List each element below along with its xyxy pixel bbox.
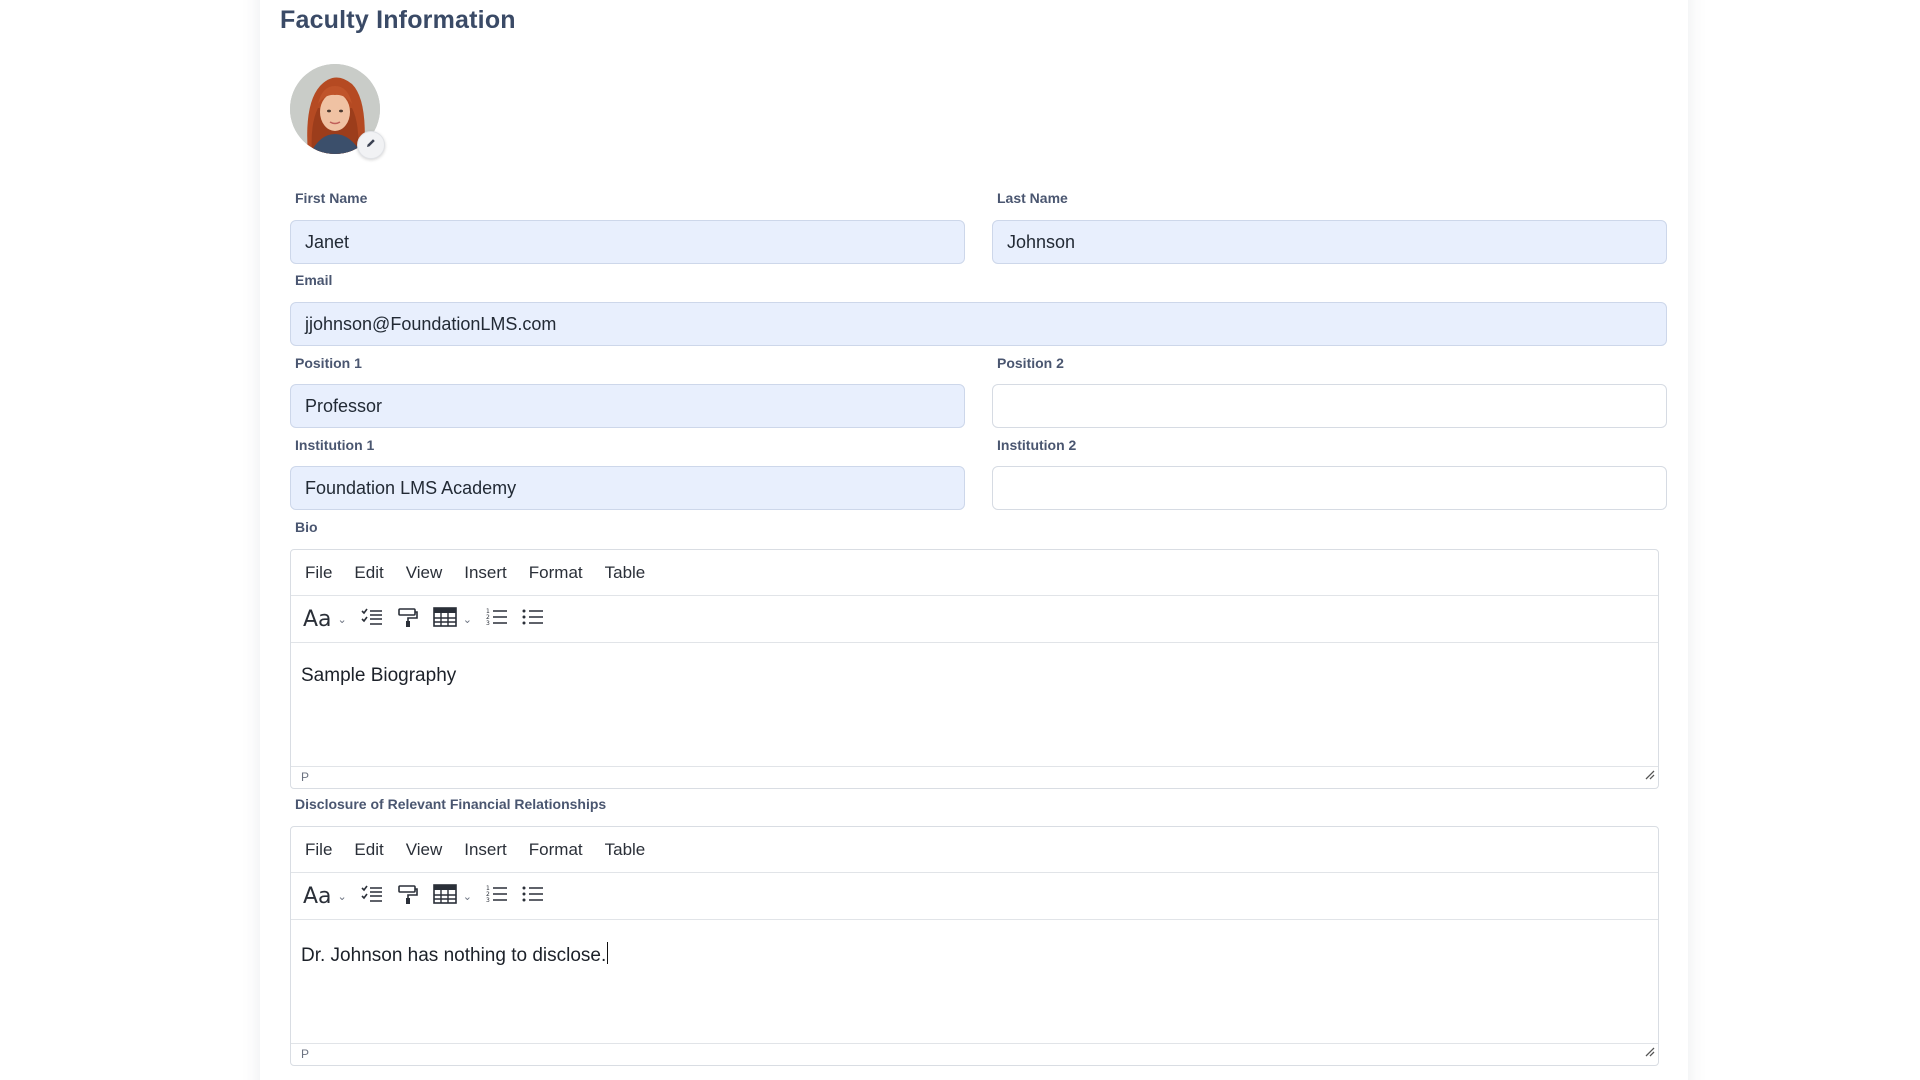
bullet-list-button[interactable] xyxy=(522,884,544,909)
last-name-label: Last Name xyxy=(997,190,1068,206)
chevron-down-icon: ⌄ xyxy=(462,890,472,903)
checklist-icon xyxy=(361,884,383,909)
resize-handle-icon[interactable] xyxy=(1643,1043,1655,1063)
bullet-list-icon xyxy=(522,884,544,909)
table-dropdown[interactable]: ⌄ xyxy=(432,883,472,910)
menu-edit[interactable]: Edit xyxy=(354,840,383,860)
bio-toolbar: Aa ⌄ ⌄ 123 xyxy=(291,596,1658,643)
email-input[interactable]: jjohnson@FoundationLMS.com xyxy=(290,302,1667,346)
checklist-button[interactable] xyxy=(361,607,383,632)
menu-format[interactable]: Format xyxy=(529,840,583,860)
bio-text: Sample Biography xyxy=(301,665,457,686)
table-icon xyxy=(432,606,457,633)
checklist-icon xyxy=(361,607,383,632)
numbered-list-button[interactable]: 123 xyxy=(486,607,508,632)
font-size-icon: Aa xyxy=(303,606,332,632)
menu-edit[interactable]: Edit xyxy=(354,563,383,583)
chevron-down-icon: ⌄ xyxy=(337,613,347,626)
disclosure-editor: File Edit View Insert Format Table Aa ⌄ xyxy=(290,826,1659,1066)
institution-1-input[interactable]: Foundation LMS Academy xyxy=(290,466,965,510)
menu-format[interactable]: Format xyxy=(529,563,583,583)
font-size-dropdown[interactable]: Aa ⌄ xyxy=(303,884,347,909)
menu-view[interactable]: View xyxy=(406,840,443,860)
table-dropdown[interactable]: ⌄ xyxy=(432,606,472,633)
page-title: Faculty Information xyxy=(280,6,516,34)
disclosure-statusbar: P xyxy=(291,1043,1658,1065)
element-path: P xyxy=(301,1047,310,1061)
last-name-input[interactable]: Johnson xyxy=(992,220,1667,264)
format-painter-button[interactable] xyxy=(397,883,419,910)
position-2-label: Position 2 xyxy=(997,355,1064,371)
menu-insert[interactable]: Insert xyxy=(464,840,507,860)
bio-editor: File Edit View Insert Format Table Aa ⌄ xyxy=(290,549,1659,789)
first-name-label: First Name xyxy=(295,190,368,206)
menu-insert[interactable]: Insert xyxy=(464,563,507,583)
pencil-icon xyxy=(365,136,377,154)
email-label: Email xyxy=(295,272,333,288)
disclosure-label: Disclosure of Relevant Financial Relatio… xyxy=(295,796,607,812)
bio-statusbar: P xyxy=(291,766,1658,788)
format-painter-icon xyxy=(397,883,419,910)
menu-table[interactable]: Table xyxy=(605,563,646,583)
menu-file[interactable]: File xyxy=(305,563,332,583)
numbered-list-icon: 123 xyxy=(486,607,508,632)
bio-menubar: File Edit View Insert Format Table xyxy=(291,550,1658,596)
font-size-dropdown[interactable]: Aa ⌄ xyxy=(303,607,347,632)
disclosure-text: Dr. Johnson has nothing to disclose. xyxy=(301,945,607,966)
menu-table[interactable]: Table xyxy=(605,840,646,860)
numbered-list-button[interactable]: 123 xyxy=(486,884,508,909)
institution-2-input[interactable] xyxy=(992,466,1667,510)
disclosure-toolbar: Aa ⌄ ⌄ 123 xyxy=(291,873,1658,920)
menu-file[interactable]: File xyxy=(305,840,332,860)
bullet-list-icon xyxy=(522,607,544,632)
menu-view[interactable]: View xyxy=(406,563,443,583)
position-2-input[interactable] xyxy=(992,384,1667,428)
institution-2-label: Institution 2 xyxy=(997,437,1077,453)
checklist-button[interactable] xyxy=(361,884,383,909)
bio-label: Bio xyxy=(295,519,318,535)
avatar-container xyxy=(290,64,390,164)
svg-text:3: 3 xyxy=(486,897,490,904)
format-painter-icon xyxy=(397,606,419,633)
numbered-list-icon: 123 xyxy=(486,884,508,909)
avatar-edit-button[interactable] xyxy=(357,131,385,159)
font-size-icon: Aa xyxy=(303,883,332,909)
position-1-label: Position 1 xyxy=(295,355,362,371)
chevron-down-icon: ⌄ xyxy=(337,890,347,903)
element-path: P xyxy=(301,770,310,784)
position-1-input[interactable]: Professor xyxy=(290,384,965,428)
resize-handle-icon[interactable] xyxy=(1643,766,1655,786)
institution-1-label: Institution 1 xyxy=(295,437,375,453)
table-icon xyxy=(432,883,457,910)
chevron-down-icon: ⌄ xyxy=(462,613,472,626)
first-name-input[interactable]: Janet xyxy=(290,220,965,264)
text-cursor xyxy=(607,942,609,964)
format-painter-button[interactable] xyxy=(397,606,419,633)
page: Faculty Information First Name Janet Las… xyxy=(0,0,1920,1080)
bullet-list-button[interactable] xyxy=(522,607,544,632)
disclosure-content[interactable]: Dr. Johnson has nothing to disclose. xyxy=(291,920,1658,1043)
disclosure-menubar: File Edit View Insert Format Table xyxy=(291,827,1658,873)
bio-content[interactable]: Sample Biography xyxy=(291,643,1658,766)
svg-text:3: 3 xyxy=(486,620,490,627)
